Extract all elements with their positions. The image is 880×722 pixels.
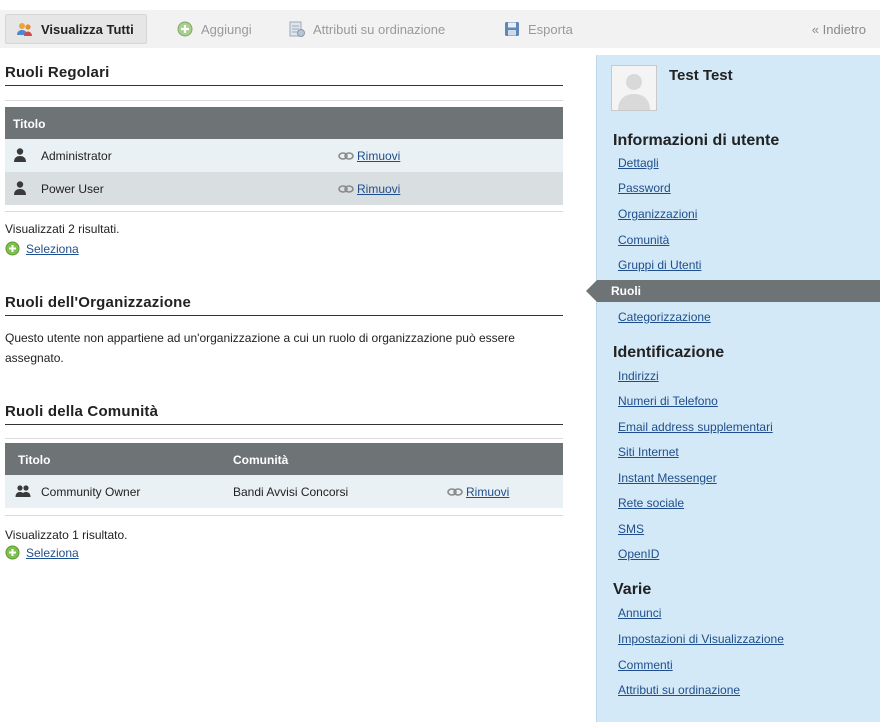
sidebar-item-display-settings[interactable]: Impostazioni di Visualizzazione [618,632,784,646]
user-icon [14,148,26,162]
sidebar-item-label: Ruoli [611,284,641,298]
community-name: Bandi Avvisi Concorsi [233,485,349,499]
remove-link[interactable]: Rimuovi [447,485,509,499]
table-header: Titolo [5,107,563,139]
column-community-header: Comunità [233,453,289,467]
avatar [611,65,657,111]
remove-link[interactable]: Rimuovi [338,149,400,163]
column-title-header: Titolo [18,453,51,467]
sidebar-item-communities[interactable]: Comunità [618,233,669,247]
back-link[interactable]: « Indietro [812,19,866,39]
sidebar-item-roles[interactable]: Ruoli [586,280,880,302]
divider [5,100,563,101]
org-roles-title: Ruoli dell'Organizzazione [5,294,563,316]
divider [5,438,563,439]
select-label[interactable]: Seleziona [26,242,79,256]
add-icon [5,241,20,256]
sidebar-item-password[interactable]: Password [618,181,671,195]
role-name: Community Owner [41,485,141,499]
remove-label[interactable]: Rimuovi [466,485,509,499]
sidebar-section-misc: Varie [613,581,652,598]
active-indicator-arrow [586,280,597,302]
result-count: Visualizzato 1 risultato. [5,528,128,542]
table-row: Administrator Rimuovi [5,139,563,172]
unlink-icon [338,185,354,193]
sidebar-item-openid[interactable]: OpenID [618,547,659,561]
group-icon [15,485,31,497]
sidebar-item-social-network[interactable]: Rete sociale [618,496,684,510]
sidebar-item-phone-numbers[interactable]: Numeri di Telefono [618,394,718,408]
regular-roles-title: Ruoli Regolari [5,64,563,86]
remove-label[interactable]: Rimuovi [357,149,400,163]
community-roles-title: Ruoli della Comunità [5,403,563,425]
sidebar-section-user-info: Informazioni di utente [613,132,780,149]
select-role-button[interactable]: Seleziona [5,241,79,256]
add-icon [5,545,20,560]
sidebar-item-user-groups[interactable]: Gruppi di Utenti [618,258,701,272]
sidebar-item-details[interactable]: Dettagli [618,156,659,170]
sidebar-item-organizations[interactable]: Organizzazioni [618,207,697,221]
user-sidebar: Test Test Informazioni di utente Dettagl… [586,55,880,722]
unlink-icon [338,152,354,160]
select-community-role-button[interactable]: Seleziona [5,545,79,560]
sidebar-item-categorization[interactable]: Categorizzazione [618,310,711,324]
result-count: Visualizzati 2 risultati. [5,222,120,236]
sidebar-item-addresses[interactable]: Indirizzi [618,369,659,383]
org-roles-message: Questo utente non appartiene ad un'organ… [5,331,515,365]
user-name: Test Test [669,67,733,84]
community-roles-table: Titolo Comunità Community Owner Bandi Av… [5,443,563,508]
divider [5,515,563,516]
sidebar-item-order-attributes[interactable]: Attributi su ordinazione [618,683,740,697]
sidebar-item-instant-messenger[interactable]: Instant Messenger [618,471,717,485]
column-title-header: Titolo [13,117,46,131]
role-name: Power User [41,182,104,196]
regular-roles-table: Titolo Administrator Rimuovi Power User … [5,107,563,205]
sidebar-item-comments[interactable]: Commenti [618,658,673,672]
select-label[interactable]: Seleziona [26,546,79,560]
user-icon [14,181,26,195]
sidebar-item-announcements[interactable]: Annunci [618,606,661,620]
sidebar-item-websites[interactable]: Siti Internet [618,445,679,459]
remove-label[interactable]: Rimuovi [357,182,400,196]
divider [5,211,563,212]
role-name: Administrator [41,149,112,163]
table-row: Power User Rimuovi [5,172,563,205]
unlink-icon [447,488,463,496]
table-row: Community Owner Bandi Avvisi Concorsi Ri… [5,475,563,508]
remove-link[interactable]: Rimuovi [338,182,400,196]
sidebar-item-sms[interactable]: SMS [618,522,644,536]
table-header: Titolo Comunità [5,443,563,475]
sidebar-section-identification: Identificazione [613,344,725,361]
main-content: Ruoli Regolari Titolo Administrator Rimu… [0,0,580,722]
sidebar-item-additional-emails[interactable]: Email address supplementari [618,420,773,434]
